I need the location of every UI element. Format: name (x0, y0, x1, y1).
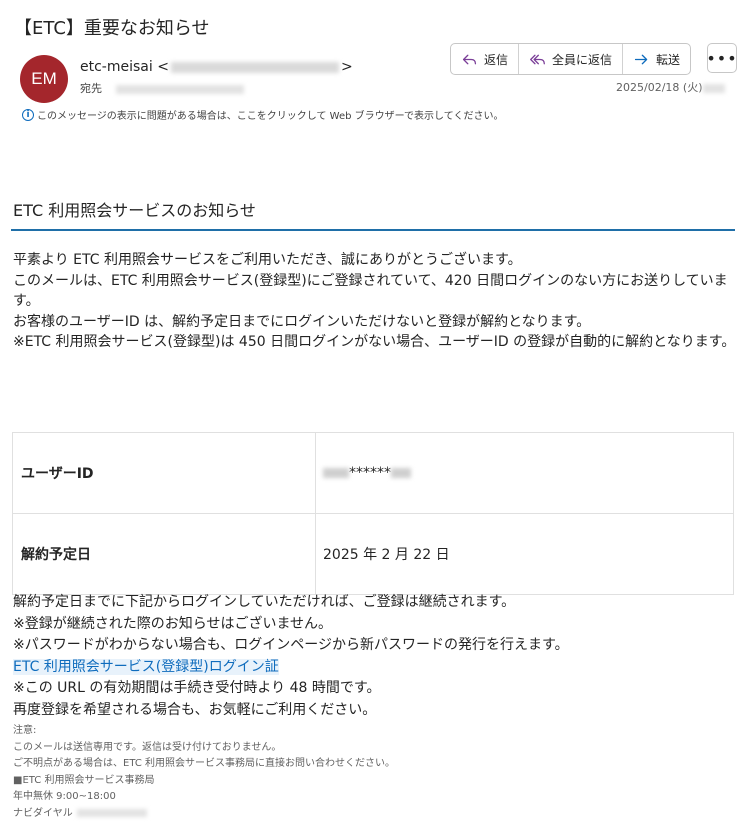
note-line-3: ご不明点がある場合は、ETC 利用照会サービス事務局に直接お問い合わせください。 (13, 758, 396, 769)
instruction-line-4: ※この URL の有効期間は手続き受付時より 48 時間です。 (13, 680, 381, 696)
sender-avatar[interactable]: EM (20, 55, 68, 103)
to-label: 宛先 (80, 82, 102, 95)
date-text: 2025/02/18 (火) (616, 81, 703, 94)
sender-name: etc-meisai < (80, 59, 169, 75)
reply-all-icon (530, 54, 545, 64)
message-action-toolbar: 返信 全員に返信 転送 (450, 43, 692, 75)
instructions-block: 解約予定日までに下記からログインしていただければ、ご登録は継続されます。 ※登録… (13, 592, 738, 721)
table-row: ユーザーID ****** (12, 432, 734, 514)
account-info-table: ユーザーID ****** 解約予定日 2025 年 2 月 22 日 (12, 432, 734, 595)
reply-icon (462, 54, 477, 64)
cancel-date-label: 解約予定日 (12, 513, 316, 595)
more-icon: ••• (706, 48, 738, 68)
intro-paragraph: 平素より ETC 利用照会サービスをご利用いただき、誠にありがとうございます。 … (13, 250, 738, 353)
reply-all-button[interactable]: 全員に返信 (519, 44, 624, 74)
forward-label: 転送 (656, 52, 681, 67)
note-line-4: ■ETC 利用照会サービス事務局 (13, 774, 155, 786)
info-bar-text: このメッセージの表示に問題がある場合は、ここをクリックして Web ブラウザーで… (37, 111, 504, 122)
user-id-redacted-prefix (323, 468, 349, 478)
note-line-6: ナビダイヤル (13, 806, 395, 823)
login-link[interactable]: ETC 利用照会サービス(登録型)ログイン証 (13, 658, 279, 675)
received-date: 2025/02/18 (火) (616, 79, 726, 95)
phone-redacted (76, 808, 147, 817)
navi-dial-label: ナビダイヤル (13, 807, 73, 819)
instruction-line-5: 再度登録を希望される場合も、お気軽にご利用ください。 (13, 701, 377, 718)
note-line-2: このメールは送信専用です。返信は受け付けておりません。 (13, 741, 282, 753)
more-actions-button[interactable]: ••• (706, 43, 738, 73)
display-issue-info-bar[interactable]: i このメッセージの表示に問題がある場合は、ここをクリックして Web ブラウザ… (22, 107, 503, 122)
sender-address-redacted (170, 61, 339, 73)
instruction-line-3: ※パスワードがわからない場合も、ログインページから新パスワードの発行を行えます。 (13, 637, 569, 653)
heading-divider (11, 229, 735, 231)
forward-icon (634, 54, 648, 64)
note-line-5: 年中無休 9:00~18:00 (13, 791, 116, 802)
forward-button[interactable]: 転送 (623, 44, 690, 74)
user-id-label: ユーザーID (12, 432, 316, 514)
time-redacted (703, 83, 726, 93)
recipient-line: 宛先 (80, 80, 244, 96)
reply-all-label: 全員に返信 (552, 52, 613, 67)
sender-line[interactable]: etc-meisai < > (80, 59, 353, 75)
intro-line-2: このメールは、ETC 利用照会サービス(登録型)にご登録されていて、420 日間… (13, 272, 728, 310)
reply-button[interactable]: 返信 (451, 44, 520, 74)
cancel-date-value: 2025 年 2 月 22 日 (315, 513, 734, 595)
instruction-line-1: 解約予定日までに下記からログインしていただければ、ご登録は継続されます。 (13, 594, 516, 610)
instruction-line-2: ※登録が継続された際のお知らせはございません。 (13, 615, 333, 632)
body-heading: ETC 利用照会サービスのお知らせ (13, 201, 256, 220)
reply-label: 返信 (484, 52, 509, 67)
sender-suffix: > (340, 59, 353, 75)
email-subject: 【ETC】重要なお知らせ (14, 18, 210, 39)
footer-notes: 注意: このメールは送信専用です。返信は受け付けておりません。 ご不明点がある場… (13, 723, 395, 822)
info-icon: i (22, 108, 34, 121)
user-id-value-cell: ****** (315, 432, 734, 514)
table-row: 解約予定日 2025 年 2 月 22 日 (12, 513, 734, 595)
user-id-redacted-suffix (391, 468, 411, 478)
recipient-address-redacted (116, 84, 244, 94)
intro-line-3: お客様のユーザーID は、解約予定日までにログインいただけないと登録が解約となり… (13, 313, 591, 330)
intro-line-1: 平素より ETC 利用照会サービスをご利用いただき、誠にありがとうございます。 (13, 252, 522, 268)
intro-line-4: ※ETC 利用照会サービス(登録型)は 450 日間ログインがない場合、ユーザー… (13, 334, 736, 350)
note-line-1: 注意: (13, 725, 37, 736)
user-id-value: ****** (323, 465, 411, 481)
user-id-mask: ****** (349, 465, 391, 481)
